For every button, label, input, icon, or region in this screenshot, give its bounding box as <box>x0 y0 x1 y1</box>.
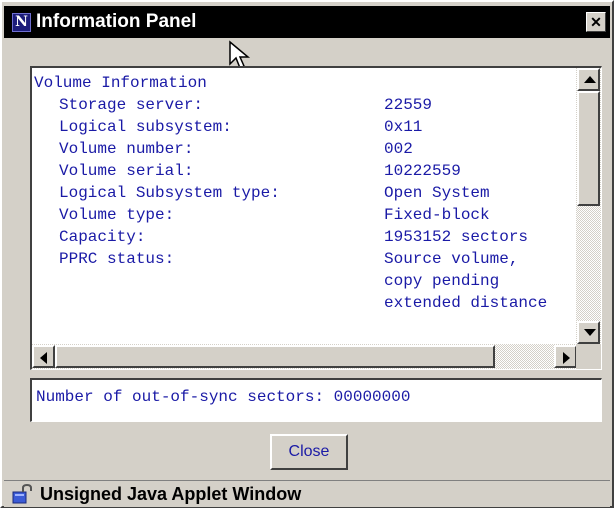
volume-info-panel: Volume Information Storage server: 22559 L… <box>30 66 602 370</box>
info-row-value: 10222559 <box>384 162 461 180</box>
info-row: Capacity: 1953152 sectors <box>34 226 574 248</box>
info-row: Volume type: Fixed-block <box>34 204 574 226</box>
scroll-down-icon <box>584 329 596 336</box>
info-row-value: 22559 <box>384 96 433 114</box>
scroll-right-button[interactable] <box>554 345 577 368</box>
info-row-label: Capacity: <box>59 228 146 246</box>
horizontal-scroll-thumb[interactable] <box>55 345 495 368</box>
info-row: Volume serial: 10222559 <box>34 160 574 182</box>
info-row-value: Open System <box>384 184 490 202</box>
close-icon[interactable]: ✕ <box>586 12 606 32</box>
scroll-left-button[interactable] <box>32 345 55 368</box>
info-row-label: Storage server: <box>59 96 204 114</box>
info-row-label: Logical Subsystem type: <box>59 184 280 202</box>
close-button[interactable]: Close <box>270 434 348 470</box>
info-row-value: 002 <box>384 140 413 158</box>
scroll-up-icon <box>584 76 596 83</box>
volume-info-heading: Volume Information <box>34 74 207 92</box>
window-title: Information Panel <box>36 11 197 32</box>
info-row-label: Volume number: <box>59 140 194 158</box>
information-panel-window: N Information Panel ✕ Volume Information… <box>0 0 614 508</box>
app-icon: N <box>12 13 31 32</box>
info-row-value: copy pending <box>384 272 500 290</box>
info-row-label: Logical subsystem: <box>59 118 232 136</box>
scroll-up-button[interactable] <box>577 68 600 91</box>
info-row-label: Volume type: <box>59 206 175 224</box>
scroll-down-button[interactable] <box>577 321 600 344</box>
unlock-icon <box>12 484 32 504</box>
info-row-value: extended distance <box>384 294 548 312</box>
info-row-value: 0x11 <box>384 118 423 136</box>
info-row: extended distance <box>34 292 574 314</box>
out-of-sync-text: Number of out-of-sync sectors: 00000000 <box>36 388 411 406</box>
horizontal-scrollbar[interactable] <box>32 344 577 369</box>
info-row: PPRC status: Source volume, <box>34 248 574 270</box>
info-row-label: Volume serial: <box>59 162 194 180</box>
info-row: Logical subsystem: 0x11 <box>34 116 574 138</box>
info-row: Logical Subsystem type: Open System <box>34 182 574 204</box>
scroll-right-icon <box>563 352 570 364</box>
title-bar[interactable]: N Information Panel ✕ <box>4 6 610 38</box>
scroll-left-icon <box>40 352 47 364</box>
info-row: copy pending <box>34 270 574 292</box>
info-row: Storage server: 22559 <box>34 94 574 116</box>
vertical-scroll-thumb[interactable] <box>577 91 600 206</box>
info-row: Volume number: 002 <box>34 138 574 160</box>
volume-info-text[interactable]: Volume Information Storage server: 22559 L… <box>34 72 574 344</box>
applet-warning-bar: Unsigned Java Applet Window <box>4 480 610 507</box>
info-row-value: 1953152 sectors <box>384 228 529 246</box>
info-row-label: PPRC status: <box>59 250 175 268</box>
info-row-value: Fixed-block <box>384 206 490 224</box>
applet-warning-text: Unsigned Java Applet Window <box>40 484 302 504</box>
out-of-sync-field[interactable]: Number of out-of-sync sectors: 00000000 <box>30 378 602 422</box>
scrollbar-corner <box>576 344 601 369</box>
info-row-value: Source volume, <box>384 250 519 268</box>
vertical-scrollbar[interactable] <box>576 68 601 344</box>
